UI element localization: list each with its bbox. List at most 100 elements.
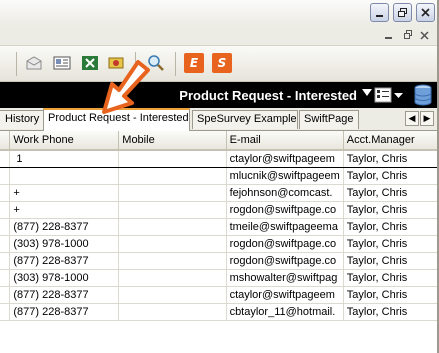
restore-icon[interactable] xyxy=(403,29,413,44)
column-header-mobile[interactable]: Mobile xyxy=(118,131,227,151)
work-phone-cell[interactable]: (877) 228-8377 xyxy=(9,286,120,304)
work-phone-cell[interactable] xyxy=(9,167,120,185)
row-selector-header[interactable] xyxy=(0,131,11,151)
close-icon[interactable] xyxy=(416,3,435,22)
row-selector[interactable] xyxy=(0,269,11,287)
table-row[interactable]: (877) 228-8377 ctaylor@swiftpageem Taylo… xyxy=(0,286,439,304)
envelope-icon[interactable] xyxy=(24,53,44,73)
mobile-cell[interactable] xyxy=(118,167,227,185)
row-selector[interactable] xyxy=(0,286,11,304)
tab-label: Product Request - Interested xyxy=(48,112,189,124)
tab-label: SpeSurvey Example xyxy=(197,113,297,125)
mobile-cell[interactable] xyxy=(118,218,227,236)
contact-grid: Work Phone Mobile E-mail Acct.Manager 1 … xyxy=(0,131,439,353)
toolbar-separator xyxy=(16,52,17,76)
chevron-down-icon[interactable] xyxy=(362,89,372,96)
row-selector[interactable] xyxy=(0,201,11,219)
email-cell[interactable]: rogdon@swiftpage.co xyxy=(226,235,344,253)
row-selector[interactable] xyxy=(0,235,11,253)
close-icon[interactable] xyxy=(420,29,430,44)
mdi-control-strip xyxy=(0,27,439,45)
mail-merge-icon[interactable] xyxy=(106,53,126,73)
work-phone-cell[interactable]: (877) 228-8377 xyxy=(9,252,120,270)
row-selector[interactable] xyxy=(0,252,11,270)
email-cell[interactable]: mshowalter@swiftpag xyxy=(226,269,344,287)
mobile-cell[interactable] xyxy=(118,286,227,304)
tab-spesurvey-example[interactable]: SpeSurvey Example xyxy=(192,110,298,129)
acct-manager-cell[interactable]: Taylor, Chris xyxy=(343,286,439,304)
acct-manager-cell[interactable]: Taylor, Chris xyxy=(343,303,439,321)
row-selector[interactable] xyxy=(0,303,11,321)
acct-manager-cell[interactable]: Taylor, Chris xyxy=(343,269,439,287)
minimize-icon[interactable] xyxy=(384,29,394,44)
acct-manager-cell[interactable]: Taylor, Chris xyxy=(343,218,439,236)
email-cell[interactable]: cbtaylor_11@hotmail. xyxy=(226,303,344,321)
mobile-cell[interactable] xyxy=(118,303,227,321)
column-header-acct-manager[interactable]: Acct.Manager xyxy=(343,131,439,151)
email-cell[interactable]: mlucnik@swiftpageem xyxy=(226,167,344,185)
mobile-cell[interactable] xyxy=(118,201,227,219)
work-phone-cell[interactable]: (303) 978-1000 xyxy=(9,269,120,287)
email-cell[interactable]: tmeile@swiftpageema xyxy=(226,218,344,236)
row-selector[interactable] xyxy=(0,167,11,185)
email-cell[interactable]: rogdon@swiftpage.co xyxy=(226,252,344,270)
view-tabs: History Product Request - Interested Spe… xyxy=(0,108,439,131)
table-row[interactable]: 1 ctaylor@swiftpageem Taylor, Chris xyxy=(0,149,439,168)
excel-icon[interactable] xyxy=(80,53,100,73)
tab-scroll-left-icon[interactable]: ◀ xyxy=(405,111,419,126)
table-row[interactable]: mlucnik@swiftpageem Taylor, Chris xyxy=(0,167,439,185)
window-title-bar xyxy=(0,0,439,28)
table-row[interactable]: (303) 978-1000 mshowalter@swiftpag Taylo… xyxy=(0,269,439,287)
column-header-work-phone[interactable]: Work Phone xyxy=(9,131,120,151)
acct-manager-cell[interactable]: Taylor, Chris xyxy=(343,201,439,219)
email-cell[interactable]: rogdon@swiftpage.co xyxy=(226,201,344,219)
contact-card-icon[interactable] xyxy=(52,53,72,73)
tab-scroll-right-icon[interactable]: ▶ xyxy=(420,111,434,126)
work-phone-cell[interactable]: (877) 228-8377 xyxy=(9,303,120,321)
acct-manager-cell[interactable]: Taylor, Chris xyxy=(343,235,439,253)
minimize-icon[interactable] xyxy=(370,3,389,22)
grid-header-row: Work Phone Mobile E-mail Acct.Manager xyxy=(0,131,439,151)
table-row[interactable]: + fejohnson@comcast. Taylor, Chris xyxy=(0,184,439,202)
row-selector[interactable] xyxy=(0,218,11,236)
work-phone-cell[interactable]: (303) 978-1000 xyxy=(9,235,120,253)
email-cell[interactable]: ctaylor@swiftpageem xyxy=(226,149,344,168)
tab-label: History xyxy=(5,113,40,125)
work-phone-cell[interactable]: (877) 228-8377 xyxy=(9,218,120,236)
email-cell[interactable]: ctaylor@swiftpageem xyxy=(226,286,344,304)
mobile-cell[interactable] xyxy=(118,269,227,287)
acct-manager-cell[interactable]: Taylor, Chris xyxy=(343,184,439,202)
view-title[interactable]: Product Request - Interested xyxy=(179,88,357,103)
tab-product-request-interested[interactable]: Product Request - Interested xyxy=(43,108,190,131)
view-title-bar: Product Request - Interested xyxy=(0,82,439,108)
e-icon[interactable]: E xyxy=(184,53,204,73)
table-row[interactable]: (877) 228-8377 cbtaylor_11@hotmail. Tayl… xyxy=(0,303,439,321)
restore-icon[interactable] xyxy=(393,3,412,22)
mobile-cell[interactable] xyxy=(118,252,227,270)
work-phone-cell[interactable]: 1 xyxy=(9,149,120,168)
database-icon[interactable] xyxy=(413,84,433,106)
row-selector[interactable] xyxy=(0,184,11,202)
work-phone-cell[interactable]: + xyxy=(9,201,120,219)
s-icon[interactable]: S xyxy=(212,53,232,73)
list-view-icon[interactable] xyxy=(374,87,404,103)
mobile-cell[interactable] xyxy=(118,184,227,202)
search-icon[interactable] xyxy=(146,53,166,73)
mobile-cell[interactable] xyxy=(118,149,227,168)
table-row[interactable]: (303) 978-1000 rogdon@swiftpage.co Taylo… xyxy=(0,235,439,253)
column-header-email[interactable]: E-mail xyxy=(226,131,344,151)
table-row[interactable]: (877) 228-8377 tmeile@swiftpageema Taylo… xyxy=(0,218,439,236)
table-row[interactable]: (877) 228-8377 rogdon@swiftpage.co Taylo… xyxy=(0,252,439,270)
toolbar-separator xyxy=(135,52,136,76)
tab-swiftpage[interactable]: SwiftPage xyxy=(299,110,359,129)
acct-manager-cell[interactable]: Taylor, Chris xyxy=(343,252,439,270)
tab-label: SwiftPage xyxy=(304,113,354,125)
table-row[interactable]: + rogdon@swiftpage.co Taylor, Chris xyxy=(0,201,439,219)
mobile-cell[interactable] xyxy=(118,235,227,253)
row-selector[interactable] xyxy=(0,149,11,168)
acct-manager-cell[interactable]: Taylor, Chris xyxy=(343,149,439,168)
work-phone-cell[interactable]: + xyxy=(9,184,120,202)
email-cell[interactable]: fejohnson@comcast. xyxy=(226,184,344,202)
tab-history[interactable]: History xyxy=(0,110,44,129)
acct-manager-cell[interactable]: Taylor, Chris xyxy=(343,167,439,185)
